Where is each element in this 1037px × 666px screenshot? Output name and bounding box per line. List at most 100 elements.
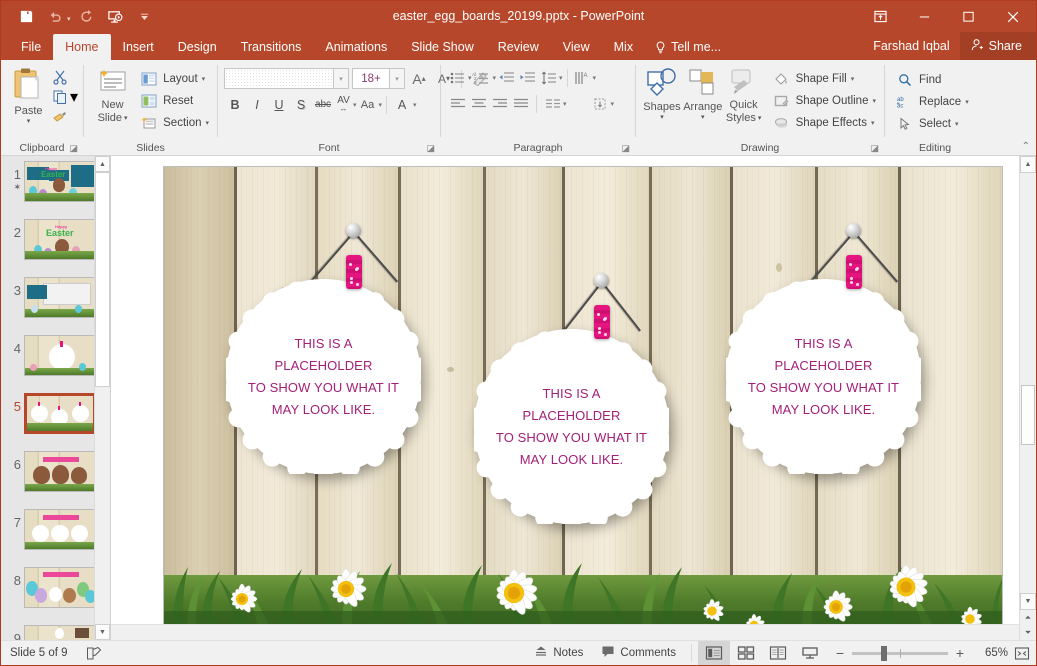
scroll-down-icon[interactable]: ▼ (1020, 593, 1036, 610)
thumbnail-image-8[interactable] (24, 567, 96, 608)
font-size-dropdown-icon[interactable]: ▾ (390, 68, 405, 89)
text-direction-icon[interactable]: A (572, 68, 593, 88)
scroll-up-icon[interactable]: ▲ (1020, 156, 1036, 173)
copy-dropdown-icon[interactable]: ▾ (70, 87, 78, 107)
shape-effects-dropdown-icon[interactable]: ▾ (871, 119, 875, 127)
align-center-icon[interactable] (468, 94, 489, 114)
align-left-icon[interactable] (447, 94, 468, 114)
slide-sorter-view-icon[interactable] (730, 641, 762, 666)
copy-icon[interactable] (50, 87, 70, 107)
font-size-input[interactable]: 18+ (352, 68, 390, 89)
format-painter-icon[interactable] (50, 107, 70, 127)
normal-view-icon[interactable] (698, 641, 730, 666)
italic-button[interactable]: I (246, 94, 268, 115)
section-dropdown-icon[interactable]: ▾ (205, 119, 209, 127)
arrange-button[interactable]: Arrange ▾ (682, 65, 724, 121)
user-name[interactable]: Farshad Iqbal (863, 39, 959, 53)
share-button[interactable]: Share (960, 32, 1036, 60)
previous-slide-icon[interactable]: ⏶ (1020, 610, 1036, 625)
undo-icon[interactable] (42, 5, 68, 29)
strikethrough-button[interactable]: abc (312, 94, 334, 115)
tab-animations[interactable]: Animations (313, 34, 399, 60)
shapes-dropdown-icon[interactable]: ▾ (660, 114, 664, 121)
slide-thumbnail-pane[interactable]: 1 ✶ Happy Easter 2 (1, 156, 111, 640)
layout-dropdown-icon[interactable]: ▾ (202, 75, 206, 83)
reset-button[interactable]: Reset (135, 90, 212, 112)
paste-button[interactable]: Paste ▾ (7, 65, 50, 125)
thumbnail-scroll-thumb[interactable] (95, 172, 110, 387)
quick-styles-button[interactable]: Quick Styles ▾ (724, 65, 764, 124)
tell-me-search[interactable]: Tell me... (645, 34, 731, 60)
align-right-icon[interactable] (489, 94, 510, 114)
fit-slide-icon[interactable] (1008, 641, 1036, 666)
font-dialog-launcher-icon[interactable]: ◪ (426, 143, 435, 154)
shape-fill-button[interactable]: Shape Fill ▾ (768, 68, 879, 90)
zoom-level-label[interactable]: 65% (974, 647, 1008, 659)
zoom-control[interactable]: − + (826, 645, 974, 661)
columns-dropdown-icon[interactable]: ▾ (563, 100, 567, 108)
shape-fill-dropdown-icon[interactable]: ▾ (851, 75, 855, 83)
canvas-vertical-scrollbar[interactable]: ▲ ▼ ⏶ ⏷ (1019, 156, 1036, 640)
thumbnail-image-6[interactable] (24, 451, 96, 492)
thumbnail-scroll-down-icon[interactable]: ▼ (95, 624, 110, 640)
layout-button[interactable]: Layout ▾ (135, 68, 212, 90)
placeholder-right-group[interactable]: THIS IS A PLACEHOLDER TO SHOW YOU WHAT I… (726, 207, 1003, 507)
placeholder-left-group[interactable]: THIS IS A PLACEHOLDER TO SHOW YOU WHAT I… (226, 207, 506, 507)
comments-button[interactable]: Comments (592, 641, 685, 666)
canvas-horizontal-scrollbar[interactable] (111, 624, 1019, 640)
ribbon-display-options-icon[interactable] (858, 1, 902, 32)
underline-button[interactable]: U (268, 94, 290, 115)
columns-icon[interactable] (542, 94, 563, 114)
line-spacing-icon[interactable] (538, 68, 559, 88)
slide-editing-surface[interactable]: THIS IS A PLACEHOLDER TO SHOW YOU WHAT I… (163, 166, 1003, 638)
thumbnail-image-7[interactable] (24, 509, 96, 550)
maximize-icon[interactable] (946, 1, 990, 32)
shapes-button[interactable]: Shapes ▾ (642, 65, 682, 121)
next-slide-icon[interactable]: ⏷ (1020, 625, 1036, 640)
section-button[interactable]: Section ▾ (135, 112, 212, 134)
change-case-button[interactable]: Aa ▾ (357, 94, 383, 115)
minimize-icon[interactable] (902, 1, 946, 32)
placeholder-center[interactable]: THIS IS A PLACEHOLDER TO SHOW YOU WHAT I… (474, 329, 669, 524)
thumbnail-image-3[interactable] (24, 277, 96, 318)
tab-home[interactable]: Home (53, 34, 110, 60)
tab-view[interactable]: View (551, 34, 602, 60)
tab-slide-show[interactable]: Slide Show (399, 34, 486, 60)
zoom-slider-thumb[interactable] (881, 646, 887, 661)
zoom-slider-track[interactable] (852, 652, 948, 655)
thumbnail-image-2[interactable]: Happy Easter (24, 219, 96, 260)
placeholder-center-group[interactable]: THIS IS A PLACEHOLDER TO SHOW YOU WHAT I… (474, 257, 754, 557)
thumbnail-image-1[interactable]: Happy Easter (24, 161, 96, 202)
decrease-indent-icon[interactable] (496, 68, 517, 88)
collapse-ribbon-icon[interactable]: ⌃ (1022, 141, 1030, 152)
new-slide-dropdown-icon[interactable]: ▾ (124, 115, 128, 122)
tab-insert[interactable]: Insert (111, 34, 166, 60)
justify-icon[interactable] (510, 94, 531, 114)
thumbnail-scroll-up-icon[interactable]: ▲ (95, 156, 110, 172)
tab-file[interactable]: File (9, 34, 53, 60)
scroll-thumb[interactable] (1021, 385, 1035, 445)
tab-review[interactable]: Review (486, 34, 551, 60)
arrange-dropdown-icon[interactable]: ▾ (701, 114, 705, 121)
numbering-icon[interactable]: 123 (472, 68, 493, 88)
clipboard-dialog-launcher-icon[interactable]: ◪ (69, 143, 78, 154)
drawing-dialog-launcher-icon[interactable]: ◪ (870, 143, 879, 154)
notes-button[interactable]: Notes (525, 641, 592, 666)
cut-icon[interactable] (50, 67, 70, 87)
zoom-out-button[interactable]: − (834, 645, 846, 661)
replace-dropdown-icon[interactable]: ▾ (965, 98, 969, 106)
increase-indent-icon[interactable] (517, 68, 538, 88)
replace-button[interactable]: abac Replace ▾ (891, 91, 972, 113)
text-direction-dropdown-icon[interactable]: ▾ (593, 74, 597, 82)
thumbnail-scrollbar[interactable]: ▲ ▼ (94, 156, 110, 640)
close-icon[interactable] (990, 1, 1036, 32)
new-slide-button[interactable]: New Slide ▾ (90, 65, 135, 124)
quick-styles-dropdown-icon[interactable]: ▾ (758, 115, 762, 122)
align-text-dropdown-icon[interactable]: ▾ (611, 100, 615, 108)
paste-dropdown-icon[interactable]: ▾ (27, 118, 31, 125)
bold-button[interactable]: B (224, 94, 246, 115)
font-name-dropdown-icon[interactable]: ▾ (334, 68, 349, 89)
tab-transitions[interactable]: Transitions (229, 34, 314, 60)
save-icon[interactable] (13, 5, 39, 29)
scroll-track[interactable] (1020, 173, 1036, 593)
